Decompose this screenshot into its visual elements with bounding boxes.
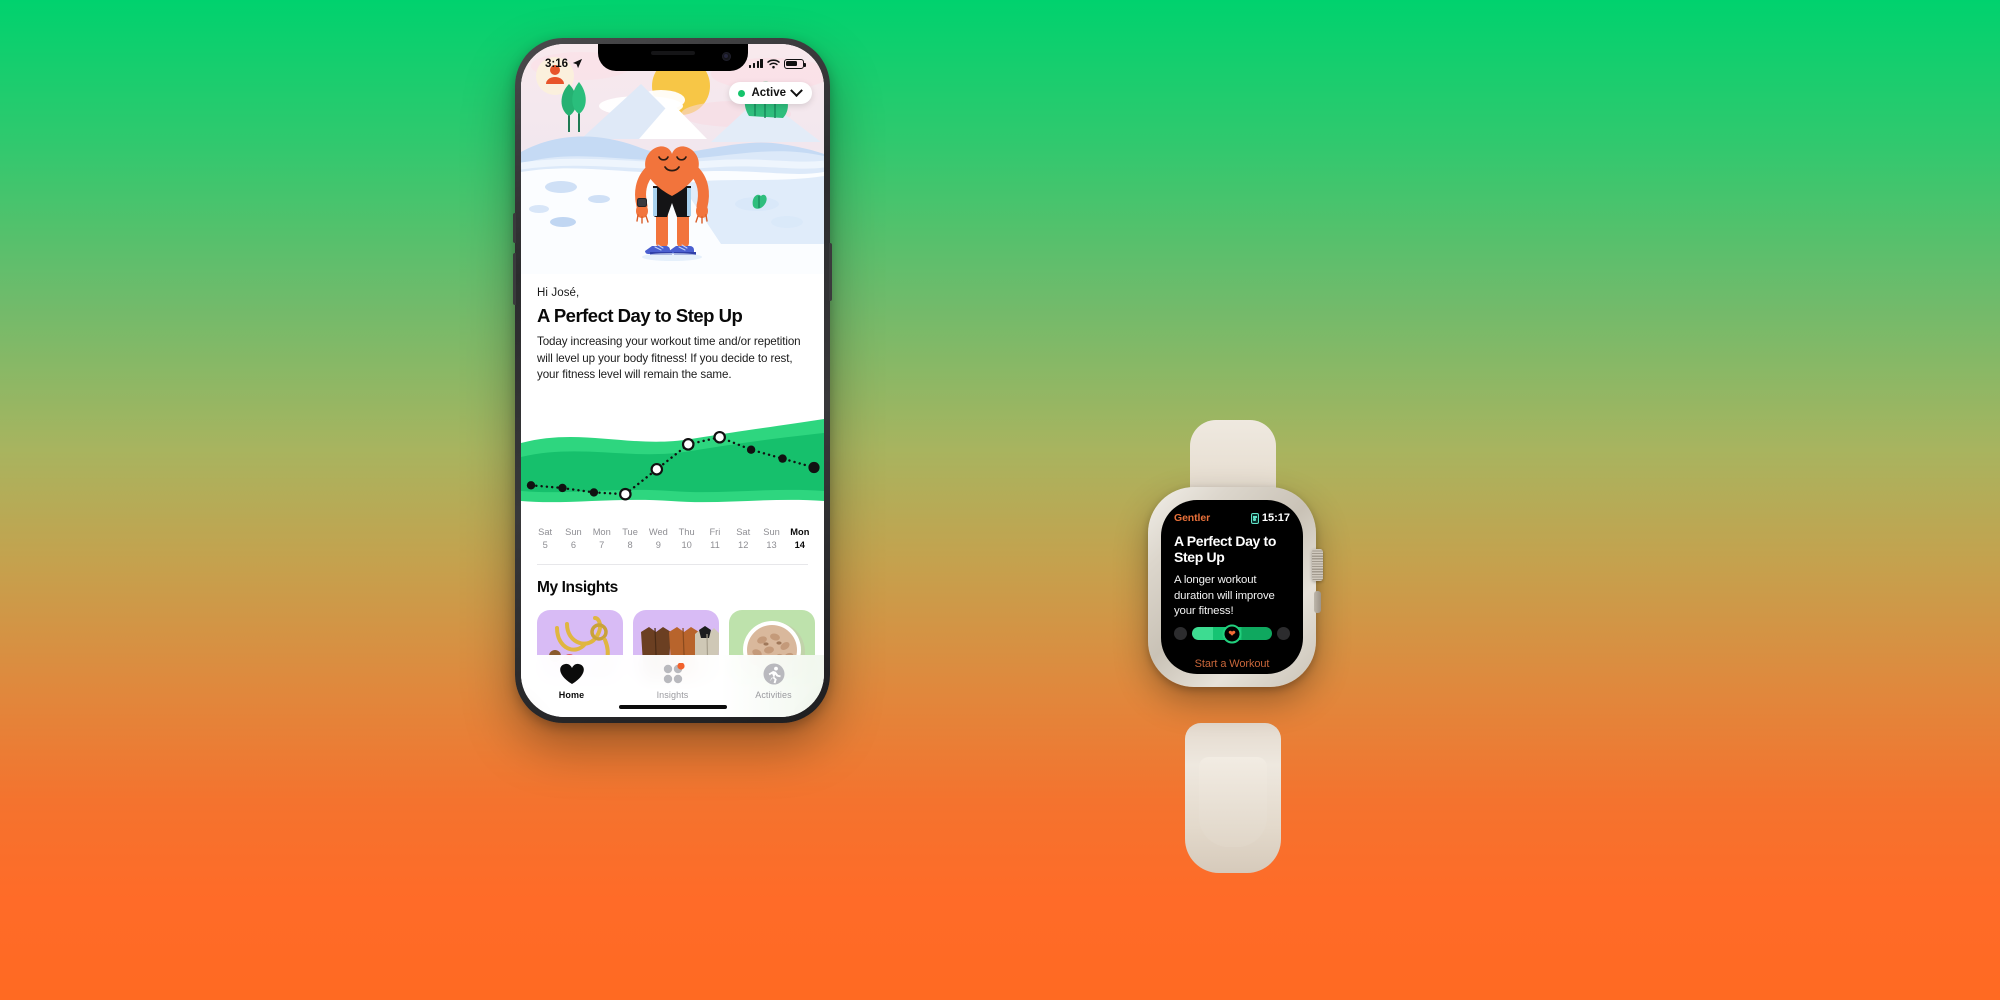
watch-intensity-slider[interactable]: ❤ — [1174, 624, 1290, 643]
hero-illustration: Active — [521, 44, 824, 274]
chart-point-hollow[interactable] — [713, 431, 726, 444]
home-indicator[interactable] — [618, 705, 727, 709]
status-dot-icon — [738, 89, 746, 97]
heart-icon: ❤ — [1228, 628, 1236, 638]
activity-status-pill[interactable]: Active — [729, 82, 812, 104]
status-bar-time: 3:16 — [545, 57, 569, 70]
chart-point[interactable] — [778, 454, 787, 464]
tab-activities-label: Activities — [755, 690, 792, 700]
battery-icon — [784, 58, 806, 69]
apple-watch-device: Gentler 15:17 A Perfect Day to Step Up A… — [1140, 420, 1325, 873]
page-title: A Perfect Day to Step Up — [537, 305, 743, 326]
watch-screen[interactable]: Gentler 15:17 A Perfect Day to Step Up A… — [1161, 500, 1303, 674]
slider-track[interactable]: ❤ — [1192, 624, 1272, 643]
x-axis-tick: Sat 12 — [736, 527, 751, 550]
app-indicator-icon — [1250, 512, 1259, 524]
hero-scene-svg — [521, 44, 824, 274]
x-axis-tick: Sat 5 — [538, 527, 553, 550]
chart-point-selected[interactable] — [808, 462, 820, 474]
wifi-icon — [767, 58, 780, 68]
tab-insights-label: Insights — [656, 690, 689, 700]
greeting-text: Hi José, — [537, 287, 580, 299]
status-label: Active — [751, 87, 786, 99]
watch-time-block: 15:17 — [1250, 512, 1290, 524]
running-person-icon — [763, 663, 784, 685]
status-bar-right — [748, 58, 806, 69]
chart-point[interactable] — [526, 481, 536, 490]
chart-point[interactable] — [746, 445, 756, 455]
phone-power-button[interactable] — [829, 243, 832, 301]
tab-insights[interactable]: Insights — [622, 663, 723, 700]
insights-section: My Insights — [521, 564, 824, 597]
x-axis-tick: Wed 9 — [648, 527, 668, 550]
x-axis-tick: Mon 7 — [592, 527, 611, 550]
iphone-device: Active Hi José, A Perfect Day to Step Up… — [513, 38, 832, 723]
digital-crown[interactable] — [1312, 549, 1323, 581]
watch-app-name: Gentler — [1174, 512, 1211, 524]
chart-point-hollow[interactable] — [619, 488, 632, 501]
grid-dots-icon — [663, 663, 685, 684]
phone-screen: Active Hi José, A Perfect Day to Step Up… — [521, 44, 824, 717]
x-axis-tick: Thu 10 — [678, 527, 695, 550]
watch-case: Gentler 15:17 A Perfect Day to Step Up A… — [1148, 487, 1323, 687]
start-workout-button[interactable]: Start a Workout — [1161, 658, 1303, 670]
cellular-signal-icon — [748, 58, 763, 68]
x-axis-tick: Mon 14 — [790, 527, 810, 550]
x-axis-tick: Fri 11 — [709, 527, 721, 550]
status-bar-left: 3:16 — [545, 58, 583, 70]
app-scroll-container[interactable]: Active Hi José, A Perfect Day to Step Up… — [521, 44, 824, 717]
x-axis-tick: Sun 6 — [565, 527, 582, 550]
chevron-down-icon — [790, 83, 803, 97]
tab-activities[interactable]: Activities — [723, 663, 824, 700]
slider-left-cap — [1174, 627, 1187, 640]
chart-point-hollow[interactable] — [681, 438, 695, 452]
fitness-trend-chart[interactable] — [521, 405, 824, 521]
watch-side-button[interactable] — [1314, 591, 1321, 613]
phone-status-bar: 3:16 — [521, 44, 824, 74]
tab-home-label: Home — [558, 690, 585, 700]
tab-home[interactable]: Home — [521, 663, 622, 700]
chart-point[interactable] — [589, 488, 599, 498]
insights-title: My Insights — [537, 578, 618, 596]
watch-time: 15:17 — [1261, 512, 1290, 524]
slider-knob[interactable]: ❤ — [1222, 624, 1242, 643]
greeting-block: Hi José, A Perfect Day to Step Up Today … — [521, 274, 824, 390]
heart-icon — [559, 663, 584, 684]
chart-point[interactable] — [558, 484, 567, 493]
x-axis-tick: Sun 13 — [763, 527, 780, 550]
chart-point-hollow[interactable] — [650, 463, 664, 477]
watch-body-text: A longer workout duration will improve y… — [1174, 574, 1275, 618]
watch-headline: A Perfect Day to Step Up — [1174, 533, 1277, 566]
watch-status-bar: Gentler 15:17 — [1174, 512, 1290, 524]
chart-x-axis: Sat 5 Sun 6 Mon 7 Tue 8 Wed 9 Thu 10 Fri 11 Sat 12 Sun 13… — [521, 520, 824, 552]
bottom-tab-bar: Home Insights Activities — [521, 655, 824, 717]
watch-band-bottom — [1184, 723, 1281, 873]
location-arrow-icon — [572, 58, 583, 69]
chart-svg — [521, 419, 824, 503]
slider-right-cap — [1277, 627, 1290, 640]
x-axis-tick: Tue 8 — [622, 527, 638, 550]
page-body-text: Today increasing your workout time and/o… — [537, 335, 801, 381]
